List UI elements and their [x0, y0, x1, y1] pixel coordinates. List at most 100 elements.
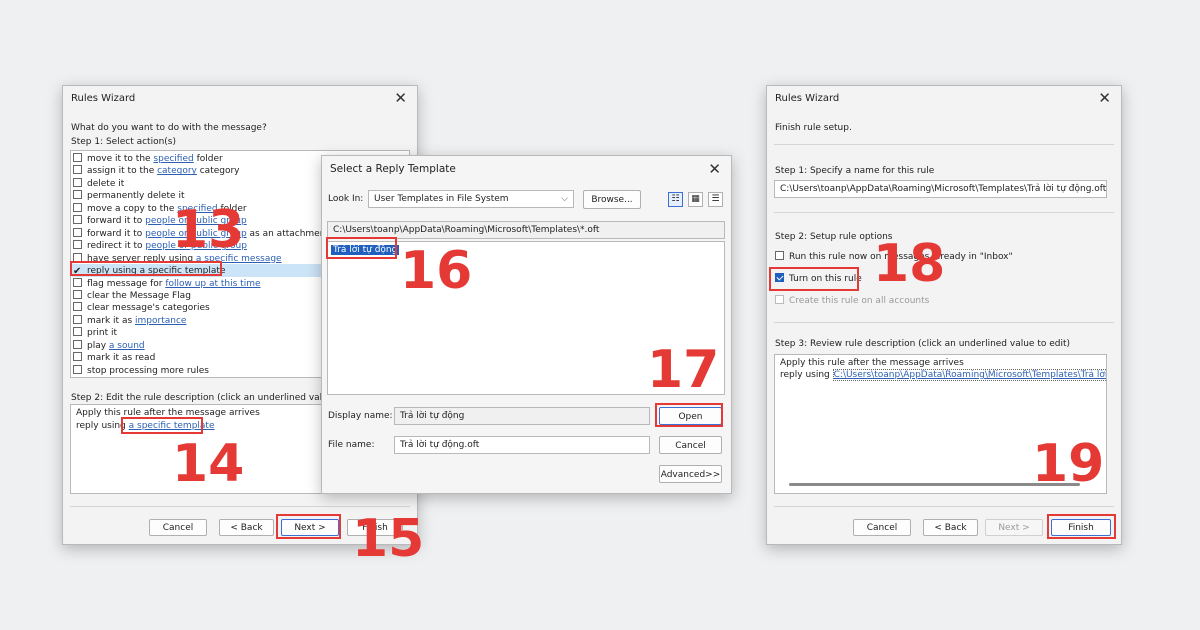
action-link[interactable]: importance	[135, 316, 186, 326]
action-text: assign it to the	[87, 166, 158, 177]
action-item[interactable]: play a sound	[73, 339, 145, 352]
dialog-title: Rules Wizard	[71, 93, 136, 104]
all-accounts-checkbox[interactable]	[775, 295, 784, 304]
advanced-button[interactable]: Advanced>>	[659, 465, 722, 483]
action-checkbox[interactable]	[73, 202, 82, 212]
file-name-input[interactable]: Trả lời tự động.oft	[394, 436, 650, 454]
step-number-18: 18	[873, 234, 946, 294]
highlight-specific-template-link	[121, 417, 203, 434]
action-checkbox[interactable]	[73, 352, 82, 362]
footer-divider	[774, 506, 1114, 507]
action-link[interactable]: a sound	[109, 341, 145, 351]
all-accounts-label: Create this rule on all accounts	[789, 296, 930, 306]
title-bar: Rules Wizard ✕	[767, 86, 1121, 114]
highlight-turn-on-option	[769, 267, 859, 291]
action-link[interactable]: specified	[153, 154, 193, 164]
action-checkbox[interactable]	[73, 289, 82, 299]
action-item[interactable]: assign it to the category category	[73, 165, 240, 177]
title-bar: Select a Reply Template ✕	[322, 156, 731, 184]
step-number-13: 13	[172, 200, 245, 260]
action-text: redirect it to	[87, 241, 146, 252]
desc-line-2: reply using C:\Users\toanp\AppData\Roami…	[780, 369, 1106, 381]
action-text: play	[87, 340, 109, 351]
action-text: flag message for	[87, 278, 166, 289]
action-item[interactable]: mark it as importance	[73, 314, 186, 327]
step1-label: Step 1: Specify a name for this rule	[775, 166, 935, 176]
rule-name-input[interactable]: C:\Users\toanp\AppData\Roaming\Microsoft…	[774, 180, 1107, 198]
action-text: clear the Message Flag	[87, 290, 191, 301]
action-item[interactable]: clear message's categories	[73, 302, 210, 314]
cancel-button[interactable]: Cancel	[149, 519, 207, 536]
action-text: clear message's categories	[87, 303, 210, 314]
highlight-template-file	[326, 237, 397, 259]
action-item[interactable]: stop processing more rules	[73, 364, 209, 377]
action-text: move it to the	[87, 154, 154, 164]
action-text-suffix: as an attachment	[246, 228, 329, 239]
action-checkbox[interactable]	[73, 215, 82, 225]
step2-label: Step 2: Edit the rule description (click…	[71, 393, 337, 403]
close-icon[interactable]: ✕	[394, 89, 407, 107]
action-item[interactable]: delete it	[73, 177, 124, 190]
title-bar: Rules Wizard ✕	[63, 86, 417, 114]
highlight-next-button	[276, 514, 341, 539]
action-item[interactable]: mark it as read	[73, 352, 155, 364]
step-number-16: 16	[400, 241, 473, 301]
close-icon[interactable]: ✕	[708, 160, 721, 178]
action-link[interactable]: follow up at this time	[165, 279, 260, 289]
action-checkbox[interactable]	[73, 165, 82, 175]
cancel-button[interactable]: Cancel	[659, 436, 722, 454]
action-checkbox[interactable]	[73, 177, 82, 187]
action-checkbox[interactable]	[73, 327, 82, 337]
action-item[interactable]: print it	[73, 327, 117, 339]
display-name-label: Display name:	[328, 411, 393, 421]
run-now-checkbox[interactable]	[775, 251, 784, 260]
action-item[interactable]: move it to the specified folder	[73, 153, 223, 165]
action-link[interactable]: category	[157, 166, 197, 176]
action-text: mark it as	[87, 315, 136, 326]
action-item[interactable]: flag message for follow up at this time	[73, 277, 261, 290]
action-text: stop processing more rules	[87, 365, 209, 376]
divider	[774, 322, 1114, 323]
list-view-icon[interactable]: ☷	[668, 192, 683, 207]
select-reply-template-dialog: Select a Reply Template ✕ Look In: User …	[321, 155, 732, 494]
footer-divider	[70, 506, 410, 507]
divider	[774, 144, 1114, 145]
action-checkbox[interactable]	[73, 314, 82, 324]
back-button[interactable]: < Back	[219, 519, 274, 536]
back-button[interactable]: < Back	[923, 519, 978, 536]
step-number-15: 15	[352, 509, 425, 569]
properties-view-icon[interactable]: ☰	[708, 192, 723, 207]
desc-line-2-prefix: reply using	[780, 370, 833, 380]
template-path-link[interactable]: C:\Users\toanp\AppData\Roaming\Microsoft…	[832, 369, 1106, 381]
action-item[interactable]: permanently delete it	[73, 190, 184, 202]
action-text: print it	[87, 328, 118, 339]
action-checkbox[interactable]	[73, 240, 82, 250]
action-text: permanently delete it	[87, 191, 185, 202]
action-checkbox[interactable]	[73, 227, 82, 237]
action-checkbox[interactable]	[73, 277, 82, 287]
chevron-down-icon[interactable]: ⌵	[561, 191, 568, 207]
look-in-label: Look In:	[328, 194, 364, 204]
next-button[interactable]: Next >	[985, 519, 1043, 536]
highlight-reply-template-action	[70, 261, 222, 276]
file-name-label: File name:	[328, 440, 375, 450]
action-checkbox[interactable]	[73, 153, 82, 162]
divider	[774, 212, 1114, 213]
action-checkbox[interactable]	[73, 190, 82, 200]
action-checkbox[interactable]	[73, 339, 82, 349]
all-accounts-option[interactable]: Create this rule on all accounts	[775, 295, 929, 306]
details-view-icon[interactable]: ▦	[688, 192, 703, 207]
browse-button[interactable]: Browse...	[583, 190, 641, 209]
close-icon[interactable]: ✕	[1098, 89, 1111, 107]
action-text-suffix: category	[196, 166, 240, 177]
finish-setup-label: Finish rule setup.	[775, 123, 852, 133]
look-in-value: User Templates in File System	[374, 194, 509, 204]
cancel-button[interactable]: Cancel	[853, 519, 911, 536]
step-number-19: 19	[1032, 434, 1105, 494]
action-checkbox[interactable]	[73, 364, 82, 374]
action-item[interactable]: clear the Message Flag	[73, 289, 191, 302]
look-in-select[interactable]: User Templates in File System ⌵	[368, 190, 574, 208]
dialog-title: Select a Reply Template	[330, 163, 456, 175]
question-label: What do you want to do with the message?	[71, 123, 267, 133]
action-checkbox[interactable]	[73, 302, 82, 312]
